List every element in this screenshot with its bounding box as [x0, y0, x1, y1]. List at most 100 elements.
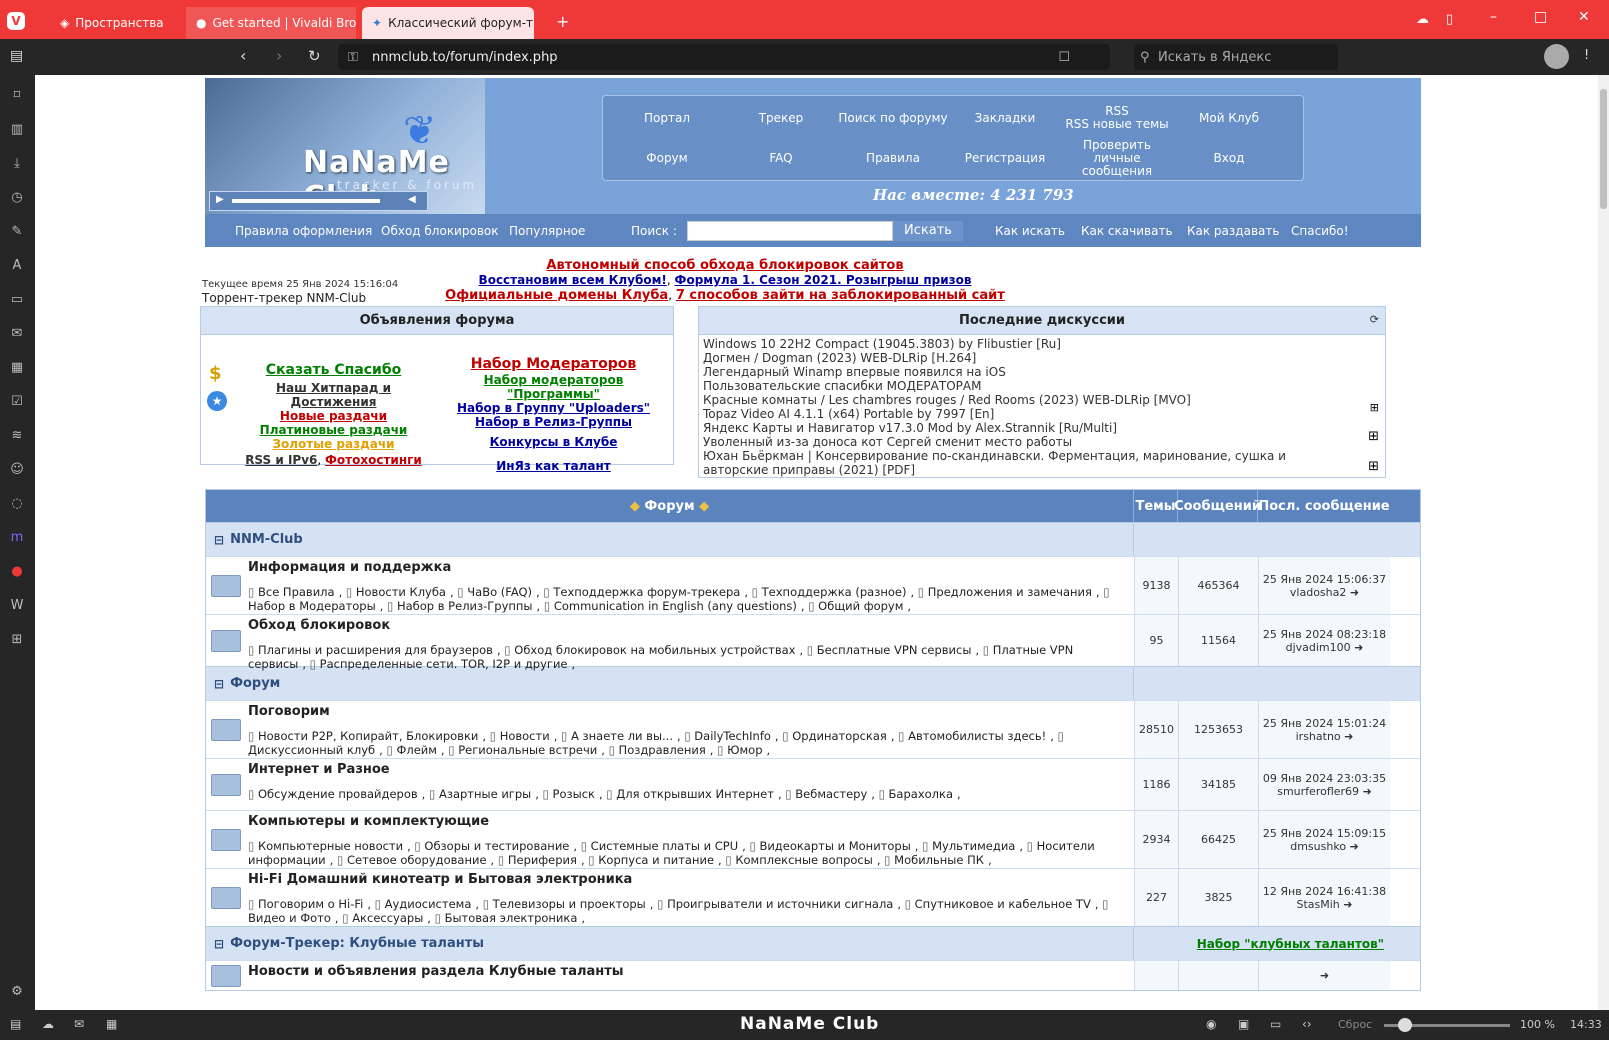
subforum-link[interactable]: Бесплатные VPN сервисы	[807, 643, 972, 657]
new-releases-link[interactable]: Новые раздачи	[231, 409, 436, 423]
panel-toggle-icon[interactable]: ▤	[10, 48, 23, 64]
goto-post-icon[interactable]: ➜	[1354, 641, 1363, 654]
subforum-link[interactable]: Ординаторская	[782, 729, 887, 743]
forum-search-input[interactable]	[687, 221, 893, 241]
expand-icon[interactable]: ⊞	[1368, 459, 1379, 474]
subforum-link[interactable]: Обсуждение провайдеров	[248, 787, 418, 801]
mail-icon[interactable]: ✉	[8, 325, 26, 343]
last-post-user[interactable]: smurferofler69	[1277, 785, 1359, 798]
menu-register[interactable]: Регистрация	[947, 138, 1063, 178]
last-post-user[interactable]: vladosha2	[1290, 586, 1346, 599]
subforum-link[interactable]: Региональные встречи	[448, 743, 597, 757]
subforum-link[interactable]: Комплексные вопросы	[725, 853, 872, 867]
play-icon[interactable]: ▶	[216, 194, 224, 205]
refresh-icon[interactable]: ⟳	[1370, 313, 1379, 326]
subforum-link[interactable]: DailyTechInfo	[684, 729, 771, 743]
nav-how-search[interactable]: Как искать	[995, 224, 1065, 238]
calendar-status-icon[interactable]: ▦	[106, 1017, 117, 1031]
audio-player[interactable]: ▶ ◀	[209, 191, 428, 211]
history-icon[interactable]: ◷	[8, 189, 26, 207]
subforum-link[interactable]: Азартные игры	[429, 787, 531, 801]
subforum-link[interactable]: Аксессуары	[342, 911, 423, 925]
subforum-link[interactable]: Автомобилисты здесь!	[898, 729, 1046, 743]
profile-avatar[interactable]	[1544, 44, 1569, 69]
zoom-reset[interactable]: Сброс	[1338, 1018, 1372, 1031]
subforum-link[interactable]: Телевизоры и проекторы	[483, 897, 646, 911]
reload-button[interactable]: ↻	[308, 47, 321, 65]
subforum-link[interactable]: Видеокарты и Мониторы	[749, 839, 910, 853]
talent-link[interactable]: ИнЯз как талант	[446, 459, 661, 473]
discussion-item[interactable]: Пользовательские спасибки МОДЕРАТОРАМ	[703, 379, 1367, 393]
vivaldi-icon[interactable]: ●	[8, 563, 26, 581]
discussion-item[interactable]: Уволенный из-за доноса кот Сергей сменит…	[703, 435, 1367, 449]
chat-icon[interactable]: ◌	[8, 495, 26, 513]
subforum-link[interactable]: Для открывших Интернет	[606, 787, 774, 801]
category-title[interactable]: Форум	[230, 676, 280, 691]
close-button[interactable]: ✕	[1578, 9, 1590, 25]
subforum-link[interactable]: Новости P2P, Копирайт, Блокировки	[248, 729, 478, 743]
code-icon[interactable]: ‹›	[1302, 1017, 1312, 1031]
subforum-link[interactable]: Вебмастеру	[785, 787, 867, 801]
last-post-user[interactable]: StasMih	[1296, 898, 1339, 911]
menu-forum-search[interactable]: Поиск по форуму	[835, 98, 951, 138]
minimize-button[interactable]: –	[1490, 9, 1497, 25]
notice-autonomous[interactable]: Автономный способ обхода блокировок сайт…	[546, 258, 903, 273]
player-progress[interactable]	[232, 199, 380, 203]
menu-rules[interactable]: Правила	[835, 138, 951, 178]
subforum-link[interactable]: Обход блокировок на мобильных устройства…	[504, 643, 795, 657]
discussion-item[interactable]: Красные комнаты / Les chambres rouges / …	[703, 393, 1367, 407]
back-button[interactable]: ‹	[240, 46, 246, 65]
subforum-link[interactable]: Общий форум	[808, 599, 903, 613]
window-icon[interactable]: ▭	[8, 291, 26, 309]
collapse-icon[interactable]: ⊟	[214, 677, 224, 691]
trash-icon[interactable]: ▯	[1446, 12, 1453, 27]
subforum-link[interactable]: Техподдержка (разное)	[752, 585, 907, 599]
tab-get-started[interactable]: ●Get started | Vivaldi Browser	[186, 7, 356, 39]
subforum-link[interactable]: Розыск	[543, 787, 595, 801]
menu-bookmarks[interactable]: Закладки	[947, 98, 1063, 138]
notice-domains[interactable]: Официальные домены Клуба	[445, 288, 668, 303]
goto-post-icon[interactable]: ➜	[1363, 785, 1372, 798]
nav-bypass[interactable]: Обход блокировок	[381, 224, 498, 238]
tiling-icon[interactable]: ▭	[1270, 1017, 1281, 1031]
settings-icon[interactable]: ⚙	[8, 983, 26, 1001]
tab-forum[interactable]: ✦Классический форум-трекер	[362, 7, 534, 39]
subforum-link[interactable]: Барахолка	[879, 787, 953, 801]
notes-icon[interactable]: ✎	[8, 223, 26, 241]
tab-spaces[interactable]: ◈ Пространства	[50, 7, 180, 39]
subforum-link[interactable]: ЧаВо (FAQ)	[457, 585, 532, 599]
extension-icon[interactable]: !	[1584, 48, 1589, 63]
subforum-link[interactable]: Техподдержка форум-трекера	[543, 585, 740, 599]
discussion-item[interactable]: Windows 10 22H2 Compact (19045.3803) by …	[703, 337, 1367, 351]
mod-programs-link[interactable]: Набор модераторов "Программы"	[446, 373, 661, 401]
subforum-link[interactable]: Аудиосистема	[375, 897, 472, 911]
category-title[interactable]: NNM-Club	[230, 532, 303, 547]
nav-how-seed[interactable]: Как раздавать	[1187, 224, 1279, 238]
new-tab-button[interactable]: +	[556, 12, 569, 31]
subforum-link[interactable]: Периферия	[498, 853, 577, 867]
nav-thanks[interactable]: Спасибо!	[1291, 224, 1349, 238]
vivaldi-menu-icon[interactable]: V	[7, 12, 25, 30]
calendar-icon[interactable]: ▦	[8, 359, 26, 377]
subforum-link[interactable]: Мультимедиа	[922, 839, 1015, 853]
add-panel-icon[interactable]: ⊞	[8, 631, 26, 649]
goto-post-icon[interactable]: ➜	[1320, 969, 1329, 982]
forum-title[interactable]: Компьютеры и комплектующие	[248, 814, 1134, 829]
collapse-icon[interactable]: ⊟	[214, 937, 224, 951]
last-post-user[interactable]: dmsushko	[1290, 840, 1346, 853]
notice-restore[interactable]: Восстановим всем Клубом!	[479, 273, 667, 287]
notice-f1[interactable]: Формула 1. Сезон 2021. Розыгрыш призов	[675, 273, 972, 287]
forum-title[interactable]: Поговорим	[248, 704, 1134, 719]
feeds-icon[interactable]: ≋	[8, 427, 26, 445]
forum-title[interactable]: Новости и объявления раздела Клубные тал…	[248, 964, 1134, 979]
subforum-link[interactable]: Флейм	[386, 743, 436, 757]
discussion-item[interactable]: Яндекс Карты и Навигатор v17.3.0 Mod by …	[703, 421, 1367, 435]
nav-format-rules[interactable]: Правила оформления	[235, 224, 372, 238]
contacts-icon[interactable]: ☺	[8, 461, 26, 479]
volume-icon[interactable]: ◀	[408, 194, 416, 205]
last-post-user[interactable]: djvadim100	[1286, 641, 1351, 654]
menu-my-club[interactable]: Мой Клуб	[1171, 98, 1287, 138]
subforum-link[interactable]: Проигрыватели и источники сигнала	[657, 897, 893, 911]
expand-icon[interactable]: ⊞	[1370, 401, 1379, 414]
forum-title[interactable]: Информация и поддержка	[248, 560, 1134, 575]
